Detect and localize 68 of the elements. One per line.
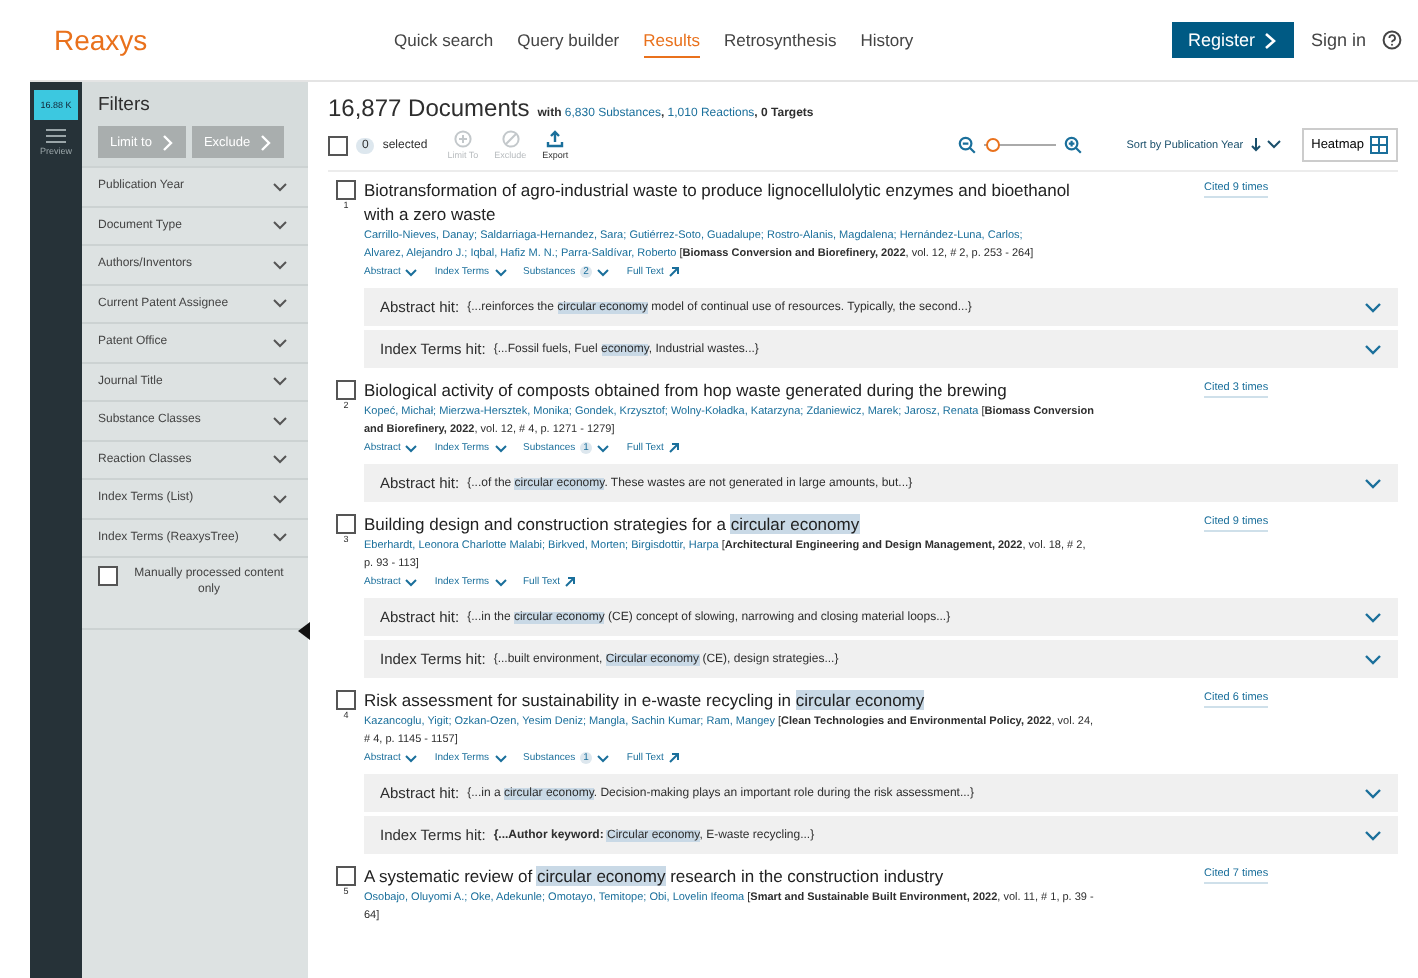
upload-icon [546,130,565,148]
chevron-down-icon [596,753,611,763]
chevron-down-icon [493,443,507,453]
chevron-down-icon [272,181,288,192]
select-all-checkbox[interactable] [328,135,348,155]
chevron-down-icon[interactable] [1364,829,1382,841]
record-title[interactable]: Building design and construction strategies for a circular economy [364,512,1094,536]
chevron-down-icon[interactable] [1364,477,1382,489]
external-link-icon [667,266,680,278]
chevron-down-icon [272,337,288,348]
record-checkbox[interactable] [336,180,356,200]
record-title[interactable]: Risk assessment for sustainability in e-waste recycling in circular economy [364,688,1094,712]
filters-title: Filters [98,94,152,116]
chevron-down-icon [272,220,288,231]
chevron-down-icon [272,454,288,465]
plus-circle-icon [453,130,472,148]
chevron-down-icon[interactable] [1364,787,1382,799]
help-icon[interactable] [1382,30,1402,50]
grid-icon [1370,136,1388,154]
chevron-right-icon [161,133,174,151]
chevron-down-icon [596,267,611,277]
chevron-down-icon [272,532,288,543]
list-icon [45,128,66,144]
record-checkbox[interactable] [336,866,356,886]
register-button[interactable]: Register [1171,22,1295,58]
chevron-down-icon [493,577,507,587]
zoom-out-icon[interactable] [958,136,977,154]
chevron-down-icon [404,577,419,587]
chevron-down-icon [596,443,611,453]
sign-in-link[interactable]: Sign in [1310,30,1366,50]
external-link-icon [667,442,680,454]
record-checkbox[interactable] [336,380,356,400]
record-title[interactable]: Biological activity of composts obtained from hop waste generated during the brewing [364,378,1094,402]
chevron-down-icon [404,267,419,277]
collapse-icon[interactable] [298,622,310,640]
record-checkbox[interactable] [336,514,356,534]
chevron-down-icon[interactable] [1364,343,1382,355]
chevron-down-icon [272,298,288,309]
sort-arrow-icon [1249,138,1282,152]
external-link-icon [667,752,680,764]
chevron-down-icon [272,376,288,387]
chevron-down-icon[interactable] [1364,611,1382,623]
nav-tab[interactable]: Results [643,23,700,57]
chevron-down-icon [493,753,507,763]
nav-tab[interactable]: History [860,23,914,57]
chevron-down-icon [493,267,507,277]
record-title[interactable]: Biotransformation of agro-industrial waste to produce lignocellulolytic enzymes and bioethanol with a zero waste [364,178,1094,226]
nav-tab[interactable]: Quick search [394,23,494,57]
chevron-down-icon [404,753,419,763]
checkbox[interactable] [98,566,118,586]
chevron-down-icon [272,259,288,270]
chevron-down-icon[interactable] [1364,301,1382,313]
chevron-down-icon [272,493,288,504]
nav-tab[interactable]: Retrosynthesis [723,23,837,57]
chevron-down-icon[interactable] [1364,653,1382,665]
chevron-down-icon [404,443,419,453]
documents-count: 16,877 Documents [328,94,530,122]
zoom-in-icon[interactable] [1064,136,1083,154]
logo[interactable]: Reaxys [54,24,394,56]
chevron-down-icon [272,415,288,426]
prohibited-icon [501,130,520,148]
chevron-right-icon [1264,31,1279,49]
chevron-right-icon [260,133,273,151]
record-checkbox[interactable] [336,690,356,710]
zoom-slider-thumb[interactable] [985,138,1000,152]
record-title[interactable]: A systematic review of circular economy research in the construction industry [364,864,1094,888]
external-link-icon [564,576,577,588]
nav-tab[interactable]: Query builder [517,23,620,57]
